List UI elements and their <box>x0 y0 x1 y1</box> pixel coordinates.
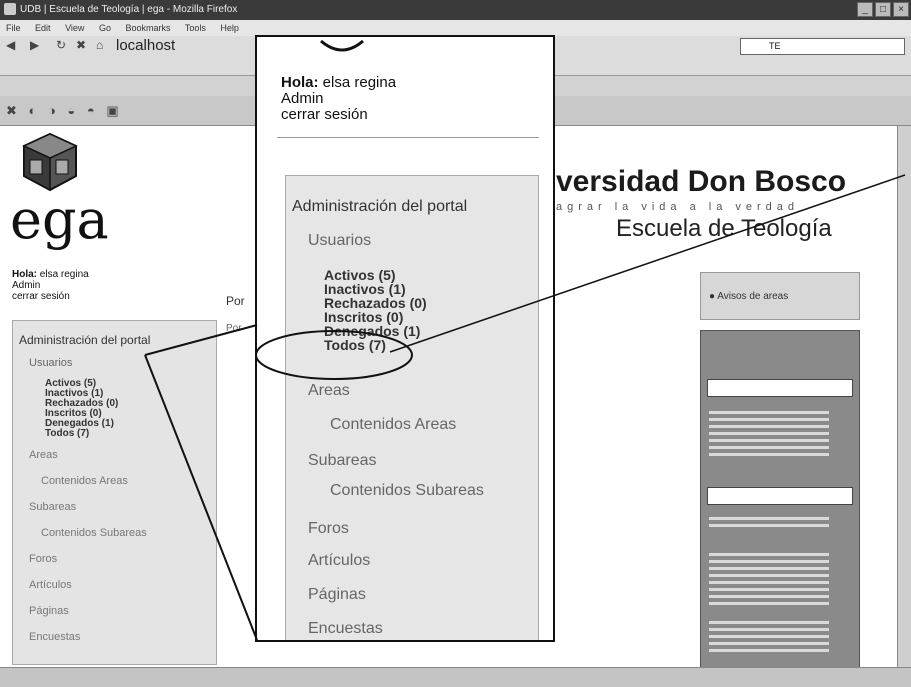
stop-icon[interactable]: ✖ <box>76 38 86 52</box>
window-titlebar: UDB | Escuela de Teología | ega - Mozill… <box>0 0 911 20</box>
close-button[interactable]: × <box>893 2 909 17</box>
content-text: Por <box>226 323 242 334</box>
window-controls: _ □ × <box>857 2 909 17</box>
menu-bookmarks[interactable]: Bookmarks <box>125 23 170 33</box>
zoom-menu-surveys[interactable]: Encuestas <box>308 620 383 638</box>
zoom-menu-subareas-content[interactable]: Contenidos Subareas <box>330 482 484 500</box>
menu-areas-content[interactable]: Contenidos Areas <box>41 475 216 487</box>
site-logo-text: ega <box>10 188 109 251</box>
school-name: Escuela de Teología <box>616 215 832 242</box>
panel-field-1[interactable] <box>707 379 853 397</box>
menu-subareas[interactable]: Subareas <box>29 501 216 513</box>
home-icon[interactable]: ⌂ <box>96 38 103 52</box>
panel-text-block-1 <box>709 411 829 460</box>
greeting-label: Hola: <box>12 269 37 280</box>
admin-menu-title: Administración del portal <box>19 333 151 347</box>
zoom-user-name: elsa regina <box>322 74 397 91</box>
menu-areas[interactable]: Areas <box>29 449 216 461</box>
zoom-users-submenu: Activos (5) Inactivos (1) Rechazados (0)… <box>324 268 427 352</box>
zoom-greeting-label: Hola: <box>281 74 319 91</box>
zoom-logo-fragment <box>320 39 364 52</box>
university-tagline: agrar la vida a la verdad <box>556 201 800 213</box>
forward-icon[interactable]: ▶ <box>30 38 39 52</box>
menu-users[interactable]: Usuarios <box>29 357 216 369</box>
search-input[interactable]: TE <box>740 38 905 55</box>
maximize-button[interactable]: □ <box>875 2 891 17</box>
area-notices-label: Avisos de areas <box>717 291 789 302</box>
logout-link[interactable]: cerrar sesión <box>12 291 89 302</box>
zoom-menu-forums[interactable]: Foros <box>308 520 349 538</box>
zoom-users-registered-link[interactable]: Inscritos (0) <box>324 310 427 324</box>
user-panel: Hola: elsa regina Admin cerrar sesión <box>12 269 89 302</box>
zoom-user-panel: Hola: elsa regina Admin cerrar sesión <box>281 75 396 123</box>
panel-text-block-4 <box>709 621 829 656</box>
zoom-menu-users[interactable]: Usuarios <box>308 232 371 250</box>
user-role: Admin <box>12 280 41 291</box>
zoom-divider <box>277 137 539 138</box>
zoom-users-all-link[interactable]: Todos (7) <box>324 338 427 352</box>
page-scrollbar[interactable] <box>897 126 911 667</box>
menu-subareas-content[interactable]: Contenidos Subareas <box>41 527 216 539</box>
menu-view[interactable]: View <box>65 23 84 33</box>
panel-text-block-3 <box>709 553 829 609</box>
panel-field-2[interactable] <box>707 487 853 505</box>
site-header: versidad Don Bosco agrar la vida a la ve… <box>556 165 846 243</box>
zoom-user-role: Admin <box>281 90 324 107</box>
firefox-icon <box>4 3 16 16</box>
logo-icon <box>22 132 78 192</box>
zoom-users-denied-link[interactable]: Denegados (1) <box>324 324 427 338</box>
menu-go[interactable]: Go <box>99 23 111 33</box>
address-bar[interactable]: localhost <box>116 37 175 54</box>
zoom-users-rejected-link[interactable]: Rechazados (0) <box>324 296 427 310</box>
menu-articles[interactable]: Artículos <box>29 579 216 591</box>
zoom-menu-subareas[interactable]: Subareas <box>308 452 377 470</box>
menu-help[interactable]: Help <box>220 23 239 33</box>
university-name: versidad Don Bosco <box>556 165 847 198</box>
menu-forums[interactable]: Foros <box>29 553 216 565</box>
zoom-menu-areas[interactable]: Areas <box>308 382 350 400</box>
menu-file[interactable]: File <box>6 23 21 33</box>
area-notices-box[interactable]: ● Avisos de areas <box>700 272 860 320</box>
zoom-admin-menu-title: Administración del portal <box>292 198 468 215</box>
info-icon: ● <box>709 291 716 302</box>
users-all-link[interactable]: Todos (7) <box>45 429 216 439</box>
admin-menu: Administración del portal Usuarios Activ… <box>12 320 217 665</box>
zoom-logout-link[interactable]: cerrar sesión <box>281 107 396 123</box>
menu-bar: File Edit View Go Bookmarks Tools Help <box>0 20 911 36</box>
menu-pages[interactable]: Páginas <box>29 605 216 617</box>
menu-edit[interactable]: Edit <box>35 23 51 33</box>
zoom-callout: Hola: elsa regina Admin cerrar sesión Ad… <box>255 35 555 642</box>
zoom-menu-pages[interactable]: Páginas <box>308 586 366 604</box>
minimize-button[interactable]: _ <box>857 2 873 17</box>
status-bar <box>0 667 911 687</box>
menu-surveys[interactable]: Encuestas <box>29 631 216 643</box>
zoom-admin-menu: Administración del portal Usuarios Activ… <box>285 175 539 640</box>
users-submenu: Activos (5) Inactivos (1) Rechazados (0)… <box>45 379 216 439</box>
window-title: UDB | Escuela de Teología | ega - Mozill… <box>20 4 238 15</box>
zoom-menu-articles[interactable]: Artículos <box>308 552 370 570</box>
back-icon[interactable]: ◀ <box>6 38 15 52</box>
zoom-menu-areas-content[interactable]: Contenidos Areas <box>330 416 456 434</box>
zoom-users-active-link[interactable]: Activos (5) <box>324 268 427 282</box>
zoom-users-inactive-link[interactable]: Inactivos (1) <box>324 282 427 296</box>
menu-tools[interactable]: Tools <box>185 23 206 33</box>
content-title: Por <box>226 294 245 308</box>
right-sidebar-panel <box>700 330 860 670</box>
panel-text-block-2 <box>709 517 829 531</box>
user-name: elsa regina <box>39 269 89 280</box>
reload-icon[interactable]: ↻ <box>56 38 66 52</box>
